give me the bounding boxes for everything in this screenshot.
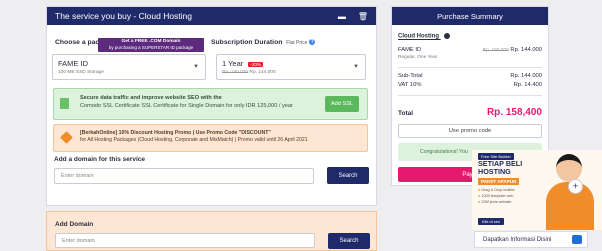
ssl-line1: Secure data traffic and improve website … xyxy=(80,95,222,101)
card-tools: ▬ 🗑 xyxy=(338,12,368,21)
discount-badge: -20% xyxy=(248,61,263,67)
add-ssl-button[interactable]: Add SSL xyxy=(325,96,359,112)
domain-label: Add a domain for this service xyxy=(54,156,146,163)
duration-selected-wrap: 1 Year -20% xyxy=(222,59,360,68)
chevron-down-icon: ▼ xyxy=(193,64,199,70)
duration-prices: Rp. 180.000 Rp. 144.000 xyxy=(222,70,360,75)
discount-line2: for All Hosting Packages (Cloud Hosting,… xyxy=(80,137,308,144)
summary-item-row: FAME ID Rp. 180.000 Rp. 144.000 xyxy=(398,47,542,53)
person-head xyxy=(556,154,582,182)
service-card-header: The service you buy - Cloud Hosting ▬ 🗑 xyxy=(47,7,376,25)
use-promo-button[interactable]: Use promo code xyxy=(398,124,542,138)
duration-selected: 1 Year xyxy=(222,59,244,68)
duration-new-price: Rp. 144.000 xyxy=(249,70,276,75)
ad-title: SETIAP BELI HOSTING xyxy=(478,160,542,176)
summary-title: Purchase Summary xyxy=(392,7,548,25)
minimize-icon[interactable]: ▬ xyxy=(338,12,346,21)
domain-input[interactable]: Enter domain xyxy=(54,168,314,184)
summary-item-name: FAME ID xyxy=(398,47,422,53)
package-select[interactable]: FAME ID 100 MB SSD Storage ▼ xyxy=(52,54,206,80)
service-card-title: The service you buy - Cloud Hosting xyxy=(55,11,193,21)
total-value: Rp. 158,400 xyxy=(486,107,542,118)
chat-label: Dapatkan Informasi Disini xyxy=(483,236,552,243)
site-builder-ad[interactable]: Free Site Builder SETIAP BELI HOSTING PA… xyxy=(472,150,602,230)
chat-widget[interactable]: Dapatkan Informasi Disini xyxy=(474,231,588,248)
add-domain-search-button[interactable]: Search xyxy=(328,233,370,249)
subtotal-row: Sub-Total Rp. 144.000 xyxy=(398,73,542,79)
vat-value: Rp. 14.400 xyxy=(513,82,542,88)
ssl-offer: Secure data traffic and improve website … xyxy=(53,88,368,120)
free-domain-tooltip: Get a FREE .COM Domain by purchasing a S… xyxy=(98,38,204,52)
summary-product[interactable]: Cloud Hosting xyxy=(398,34,439,40)
summary-divider xyxy=(398,95,542,96)
duration-label: Subscription Duration xyxy=(211,39,283,46)
package-selected-name: FAME ID xyxy=(58,59,89,68)
vat-row: VAT 10% Rp. 14.400 xyxy=(398,82,542,88)
discount-banner: [BerkahOnline] 10% Discount Hosting Prom… xyxy=(53,124,368,152)
ssl-line2: Comodo SSL Certificate SSL Certificate f… xyxy=(80,102,293,109)
duration-label-wrap: Subscription Duration Flat Price ? xyxy=(211,39,316,46)
summary-item-old-price: Rp. 180.000 xyxy=(482,48,509,53)
lock-icon xyxy=(60,98,69,109)
info-icon[interactable]: ? xyxy=(309,39,316,46)
discount-line1: [BerkahOnline] 10% Discount Hosting Prom… xyxy=(80,130,271,136)
total-row: Total Rp. 158,400 xyxy=(398,107,542,118)
tooltip-sub: by purchasing a SUPERSTAR ID package xyxy=(108,45,194,51)
chat-icon[interactable] xyxy=(572,235,582,244)
chevron-down-icon: ▼ xyxy=(353,64,359,70)
package-selected-spec: 100 MB SSD Storage xyxy=(58,70,104,75)
discount-text: [BerkahOnline] 10% Discount Hosting Prom… xyxy=(80,130,364,145)
tag-icon xyxy=(60,131,73,144)
ssl-offer-text: Secure data traffic and improve website … xyxy=(80,95,302,110)
flat-price-note: Flat Price xyxy=(286,40,308,46)
trash-icon[interactable]: 🗑 xyxy=(358,12,368,21)
subtotal-label: Sub-Total xyxy=(398,73,423,79)
add-domain-title: Add Domain xyxy=(55,221,94,228)
checkout-page: The service you buy - Cloud Hosting ▬ 🗑 … xyxy=(0,0,602,251)
plus-icon[interactable]: + xyxy=(568,179,583,194)
duration-old-price: Rp. 180.000 xyxy=(222,70,249,75)
add-domain-card: Add Domain Enter domain Search xyxy=(46,211,377,251)
duration-select[interactable]: 1 Year -20% Rp. 180.000 Rp. 144.000 ▼ xyxy=(216,54,366,80)
ad-feature: 20M jenis website xyxy=(478,200,512,204)
subtotal-value: Rp. 144.000 xyxy=(510,73,542,79)
gear-icon[interactable] xyxy=(443,33,450,39)
summary-item-price: Rp. 144.000 xyxy=(510,47,542,53)
total-label: Total xyxy=(398,110,414,117)
ad-feature: Drag & Drop builder xyxy=(478,188,515,192)
domain-search-button[interactable]: Search xyxy=(327,167,369,184)
add-domain-input[interactable]: Enter domain xyxy=(55,233,315,248)
ad-cta-button[interactable]: Klik di sini xyxy=(478,218,504,225)
ad-ribbon: PAKET APAPUN xyxy=(478,178,520,185)
vat-label: VAT 10% xyxy=(398,82,422,88)
ad-title-line2: HOSTING xyxy=(478,166,511,176)
summary-item-sub: Regular, One Year xyxy=(398,55,438,60)
ad-features: Drag & Drop builder 1000 template web 20… xyxy=(478,187,515,205)
summary-product-wrap: Cloud Hosting xyxy=(398,33,450,40)
summary-item-prices: Rp. 180.000 Rp. 144.000 xyxy=(483,47,542,53)
summary-divider xyxy=(398,67,542,68)
ad-feature: 1000 template web xyxy=(478,194,513,198)
